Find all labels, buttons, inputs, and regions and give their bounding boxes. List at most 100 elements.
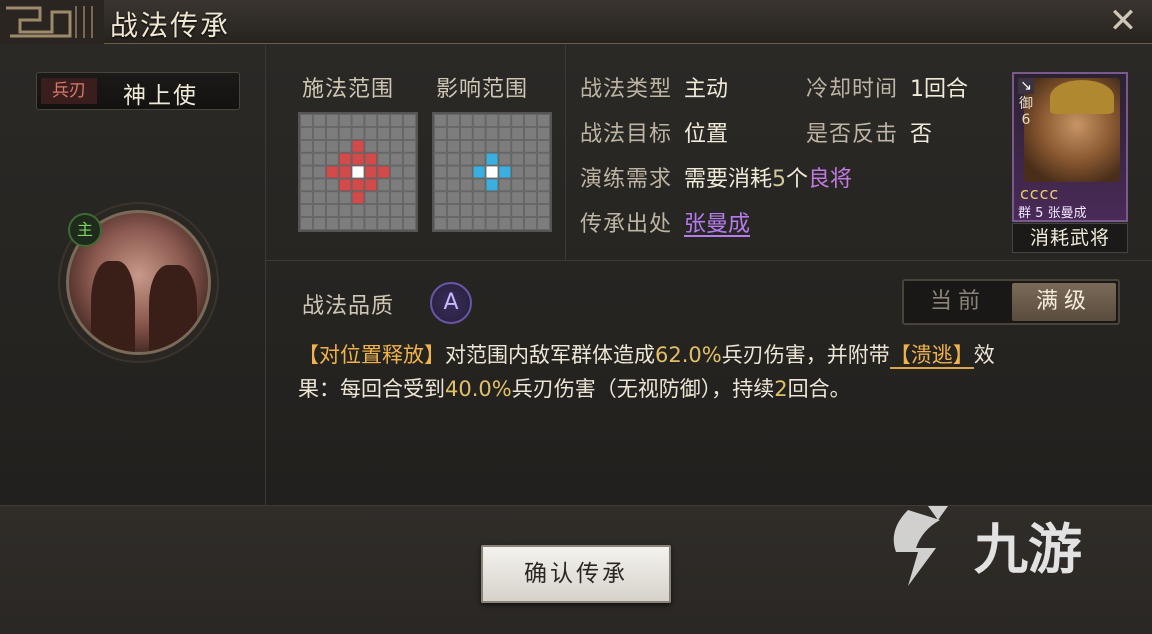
desc-p2: 兵刃伤害，并附带 [721,343,890,367]
counter-key: 是否反击 [806,122,899,147]
grid-cell [498,217,512,230]
grid-cell [364,114,378,127]
section-divider [266,260,1152,261]
desc-status-link[interactable]: 【溃逃】 [889,343,974,369]
grid-cell [377,114,391,127]
grid-cell [325,217,339,230]
drill-quality: 良将 [808,167,853,192]
grid-cell [364,139,378,153]
close-icon: ✕ [1108,1,1138,41]
info-row-target: 战法目标 位置 [580,116,728,148]
source-key: 传承出处 [580,212,673,237]
toggle-max-level[interactable]: 满级 [1012,283,1116,321]
grid-cell [351,217,365,230]
grid-cell [351,152,365,166]
grid-cell [524,178,537,192]
grid-cell [403,204,416,217]
grid-cell [338,217,352,230]
grid-cell [511,139,525,153]
skill-type-value: 主动 [684,77,729,102]
grid-cell [313,217,326,230]
grid-cell [434,152,447,166]
grid-cell [377,191,391,205]
grid-cell [524,114,537,127]
effect-range-grid [432,112,552,232]
grid-cell [511,114,525,127]
close-button[interactable]: ✕ [1106,4,1140,38]
grid-cell [313,139,326,153]
grid-cell [364,191,378,205]
consume-general-label: 消耗武将 [1012,223,1128,253]
general-defense: 御 6 [1018,96,1034,128]
general-card[interactable]: ↘ 御 6 cccc 群 5 张曼成 [1012,72,1128,222]
grid-cell [511,152,525,166]
grid-cell [390,127,403,140]
grid-cell [498,191,512,205]
grid-cell [524,152,537,166]
grid-cell [447,191,460,205]
damage-type-tag: 兵刃 [41,78,97,104]
grid-cell [511,204,525,217]
portrait-figure-left [91,261,135,352]
grid-cell [537,139,550,153]
toggle-current-level[interactable]: 当前 [906,283,1010,321]
cast-range-label: 施法范围 [302,77,395,102]
window-title: 战法传承 [110,9,231,42]
grid-cell [459,165,473,179]
grid-cell [498,165,512,179]
defense-value: 6 [1021,112,1031,128]
grid-cell [447,139,460,153]
grid-cell [351,204,365,217]
grid-cell [377,178,391,192]
grid-cell [377,127,391,140]
grid-cell [459,178,473,192]
grid-cell [351,114,365,127]
cast-range-grid-svg [300,114,416,230]
master-skill-badge: 主 [68,213,102,247]
grid-cell [377,139,391,153]
grid-cell [313,152,326,166]
portrait-figure-right [149,265,197,352]
grid-cell [459,217,473,230]
grid-cell [390,139,403,153]
grid-cell [524,217,537,230]
grid-cell [325,165,339,179]
grid-cell [511,165,525,179]
general-portrait [1024,78,1120,182]
grid-cell [338,114,352,127]
grid-cell [524,204,537,217]
source-general-link[interactable]: 张曼成 [684,212,750,237]
cooldown-value: 1回合 [910,77,969,102]
grid-cell [313,178,326,192]
grid-cell [325,152,339,166]
grid-cell [300,217,313,230]
grid-cell [300,191,313,205]
grid-cell [459,114,473,127]
grid-cell [390,217,403,230]
watermark-logo-icon: 九游 [893,506,1082,586]
desc-p1: 对范围内敌军群体造成 [445,343,655,367]
grid-cell [351,178,365,192]
grid-cell [511,217,525,230]
grid-cell [403,191,416,205]
grid-cell [498,114,512,127]
confirm-inherit-button[interactable]: 确认传承 [481,545,671,603]
grid-cell [390,114,403,127]
drill-mid: 个 [786,167,809,192]
grid-cell [511,178,525,192]
grid-cell [498,204,512,217]
grid-cell [364,152,378,166]
grid-cell [434,191,447,205]
grid-cell [434,139,447,153]
target-key: 战法目标 [580,122,673,147]
grid-cell [403,139,416,153]
grid-cell [498,152,512,166]
grid-cell [364,127,378,140]
grid-cell [472,114,486,127]
grid-cell [364,165,378,179]
grid-cell [511,127,525,140]
grid-cell [325,127,339,140]
grid-cell [338,127,352,140]
target-value: 位置 [684,122,729,147]
grid-cell [537,204,550,217]
